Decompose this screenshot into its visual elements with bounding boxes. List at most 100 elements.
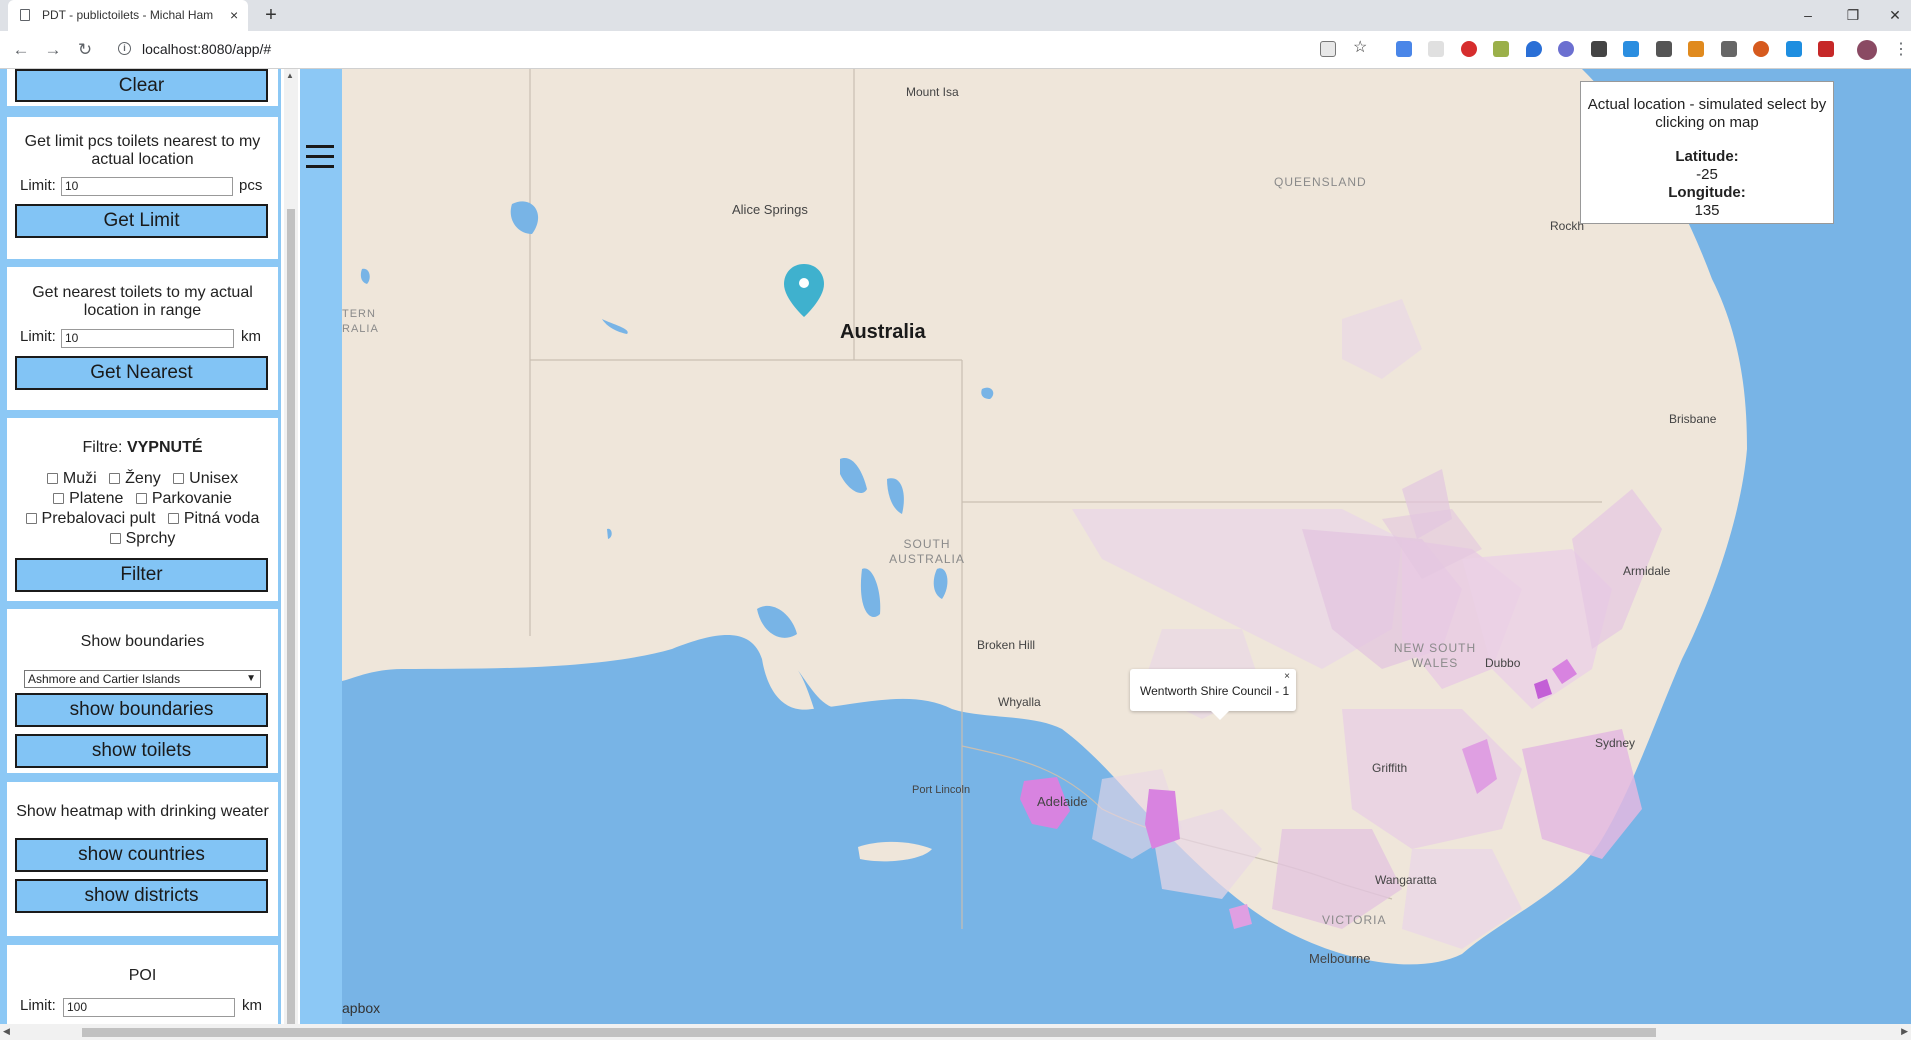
restore-button[interactable]: ❐: [1838, 4, 1868, 26]
limit-label: Limit:: [20, 177, 56, 194]
checkbox[interactable]: [53, 493, 65, 504]
poi-limit-unit: km: [242, 997, 262, 1014]
show-toilets-button[interactable]: show toilets: [15, 734, 268, 768]
poi-limit-label: Limit:: [20, 997, 56, 1014]
get-nearest-button[interactable]: Get Nearest: [15, 356, 268, 390]
mapbox-attribution[interactable]: apbox: [342, 1000, 380, 1016]
filter-panel: Filtre: VYPNUTÉ Muži Ženy Unisex Platene…: [7, 418, 278, 601]
translate-icon[interactable]: [1396, 41, 1412, 57]
new-tab-button[interactable]: +: [258, 4, 284, 28]
tab-close-icon[interactable]: ×: [230, 7, 238, 23]
state-label-nsw: NEW SOUTH WALES: [1393, 641, 1477, 670]
menu-strip: [300, 69, 342, 1024]
filter-button[interactable]: Filter: [15, 558, 268, 592]
reload-button[interactable]: ↻: [74, 39, 96, 61]
minimize-button[interactable]: –: [1793, 4, 1823, 26]
australia-landmass: [342, 69, 1747, 965]
boundaries-select[interactable]: Ashmore and Cartier Islands ▼: [24, 670, 261, 688]
filter-row-2: Platene Parkovanie: [7, 490, 278, 508]
sidebar-scroll-thumb[interactable]: [287, 209, 295, 1024]
city-label: Griffith: [1372, 761, 1408, 775]
filter-option-zeny[interactable]: Ženy: [109, 470, 161, 487]
browser-toolbar: ← → ↻ i localhost:8080/app/# ☆ ⋮: [0, 31, 1911, 69]
adblock-icon[interactable]: [1461, 41, 1477, 57]
blue-square-icon[interactable]: [1623, 41, 1639, 57]
show-countries-button[interactable]: show countries: [15, 838, 268, 872]
drop-icon[interactable]: [1526, 41, 1542, 57]
city-label: Brisbane: [1669, 412, 1717, 426]
filter-option-prebalovaci-pult[interactable]: Prebalovaci pult: [25, 510, 155, 527]
js-icon[interactable]: [1493, 41, 1509, 57]
browser-tab[interactable]: PDT - publictoilets - Michal Ham ×: [8, 0, 248, 31]
box-icon[interactable]: [1591, 41, 1607, 57]
get-limit-button[interactable]: Get Limit: [15, 204, 268, 238]
close-icon[interactable]: ×: [1284, 671, 1290, 682]
shield-icon[interactable]: [1753, 41, 1769, 57]
clear-button[interactable]: Clear: [15, 69, 268, 102]
puzzle-icon[interactable]: [1721, 41, 1737, 57]
hamburger-menu-icon[interactable]: [300, 139, 342, 179]
map[interactable]: Australia Mount Isa Alice Springs Rockh …: [342, 69, 1911, 1024]
star-icon[interactable]: ☆: [1353, 40, 1369, 57]
download-icon[interactable]: [1688, 41, 1704, 57]
filter-option-sprchy[interactable]: Sprchy: [109, 530, 175, 547]
kangaroo-island: [858, 841, 932, 862]
checkbox[interactable]: [46, 473, 58, 484]
forward-button[interactable]: →: [42, 39, 64, 61]
tab-title: PDT - publictoilets - Michal Ham: [42, 8, 214, 22]
scroll-left-icon[interactable]: ◀: [3, 1026, 10, 1037]
checkbox[interactable]: [167, 513, 179, 524]
boundaries-select-value: Ashmore and Cartier Islands: [28, 672, 181, 686]
browser-menu-icon[interactable]: ⋮: [1893, 39, 1909, 59]
site-info-icon[interactable]: i: [118, 42, 131, 55]
circle-icon[interactable]: [1558, 41, 1574, 57]
address-bar[interactable]: localhost:8080/app/#: [142, 41, 271, 57]
avatar[interactable]: [1857, 40, 1877, 60]
longitude-label: Longitude:: [1668, 184, 1746, 201]
filter-option-platene[interactable]: Platene: [53, 490, 123, 507]
city-label: Wangaratta: [1375, 873, 1437, 887]
checkbox[interactable]: [173, 473, 185, 484]
mega-icon[interactable]: [1818, 41, 1834, 57]
sidebar-scrollbar[interactable]: ▲: [284, 69, 298, 1024]
show-districts-button[interactable]: show districts: [15, 879, 268, 913]
window-close-button[interactable]: ✕: [1880, 4, 1910, 26]
scroll-right-icon[interactable]: ▶: [1901, 1026, 1908, 1037]
state-label-qld: QUEENSLAND: [1274, 175, 1367, 189]
horizontal-scrollbar[interactable]: ◀ ▶: [0, 1024, 1911, 1040]
poi-panel: POI Limit: 100 km: [7, 945, 278, 1024]
boundaries-panel: Show boundaries Ashmore and Cartier Isla…: [7, 609, 278, 773]
filter-option-unisex[interactable]: Unisex: [173, 470, 238, 487]
checkbox[interactable]: [25, 513, 37, 524]
country-label: Australia: [840, 321, 926, 343]
air-icon[interactable]: [1428, 41, 1444, 57]
checkbox[interactable]: [135, 493, 147, 504]
grid-icon[interactable]: [1656, 41, 1672, 57]
region-popup: × Wentworth Shire Council - 1: [1130, 669, 1296, 720]
state-label-sa: SOUTH AUSTRALIA: [889, 537, 965, 566]
poi-limit-input[interactable]: 100: [63, 998, 235, 1017]
boundaries-title: Show boundaries: [80, 633, 205, 650]
state-label-wa: TERN RALIA: [342, 308, 379, 335]
filter-option-parkovanie[interactable]: Parkovanie: [135, 490, 232, 507]
incognito-icon[interactable]: [1320, 41, 1336, 57]
nearest-limit-input[interactable]: 10: [61, 329, 234, 348]
city-label: Broken Hill: [977, 638, 1036, 652]
scroll-up-icon[interactable]: ▲: [286, 71, 294, 80]
cast-icon[interactable]: [1786, 41, 1802, 57]
show-boundaries-button[interactable]: show boundaries: [15, 693, 268, 727]
state-label-vic: VICTORIA: [1322, 913, 1387, 927]
limit-pcs-input[interactable]: 10: [61, 177, 233, 196]
city-label: Dubbo: [1485, 656, 1521, 670]
sidebar: Clear Get limit pcs toilets nearest to m…: [0, 69, 281, 1024]
back-button[interactable]: ←: [10, 39, 32, 61]
checkbox[interactable]: [109, 533, 121, 544]
location-info-box: Actual location - simulated select by cl…: [1580, 81, 1834, 224]
griffith-region: [1145, 789, 1180, 849]
filter-option-muzi[interactable]: Muži: [46, 470, 97, 487]
nearest-panel: Get nearest toilets to my actual locatio…: [7, 267, 278, 410]
horizontal-scroll-thumb[interactable]: [82, 1028, 1656, 1037]
checkbox[interactable]: [109, 473, 121, 484]
filter-option-pitna-voda[interactable]: Pitná voda: [167, 510, 259, 527]
nearest-limit-unit: km: [241, 328, 261, 345]
